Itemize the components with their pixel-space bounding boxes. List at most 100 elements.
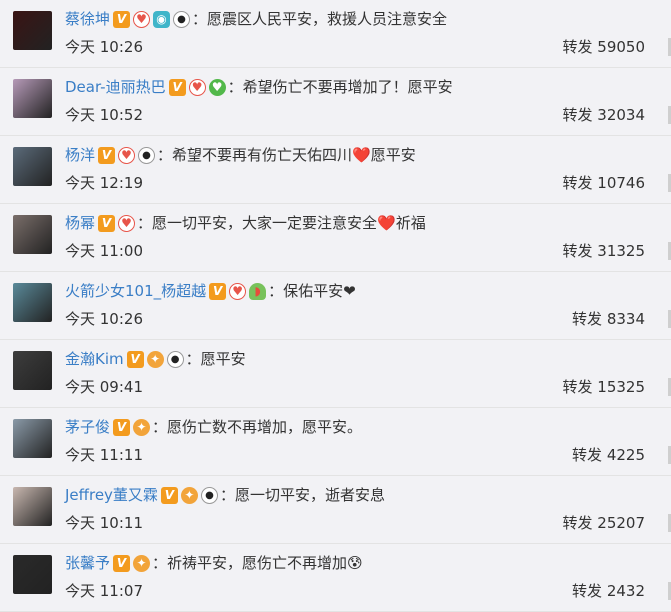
comment-row: 张馨予 V ✦ ：祈祷平安，愿伤亡不再增加😰 今天 11:07 转发 2432 <box>0 544 671 612</box>
panda-icon: ● <box>166 350 184 368</box>
avatar[interactable] <box>13 11 52 50</box>
avatar[interactable] <box>13 147 52 186</box>
comment-text: ：愿一切平安，大家一定要注意安全❤️祈福 <box>137 214 426 232</box>
verified-icon: V <box>98 214 116 232</box>
user-name-link[interactable]: 张馨予 <box>65 552 110 574</box>
share-label: 转发 <box>572 446 603 464</box>
share-number: 32034 <box>597 106 645 124</box>
share-label: 转发 <box>562 378 593 396</box>
share-label: 转发 <box>562 514 593 532</box>
comment-text: ：希望伤亡不要再增加了！愿平安 <box>227 78 453 96</box>
panda-icon: ● <box>173 10 191 28</box>
user-name-link[interactable]: Jeffrey董又霖 <box>65 484 158 506</box>
club-icon: ♥ <box>188 78 206 96</box>
comment-line: 金瀚Kim V ✦ ● ：愿平安 <box>65 348 246 370</box>
verified-icon: V <box>126 350 144 368</box>
verified-icon: V <box>209 282 227 300</box>
comment-line: Jeffrey董又霖 V ✦ ● ：愿一切平安，逝者安息 <box>65 484 385 506</box>
comment-line: 蔡徐坤 V ♥ ◉ ● ：愿震区人民平安，救援人员注意安全 <box>65 8 447 30</box>
avatar[interactable] <box>13 555 52 594</box>
avatar[interactable] <box>13 419 52 458</box>
club-icon: ♥ <box>229 282 247 300</box>
timestamp: 今天 11:11 <box>65 446 143 464</box>
comment-text: ：愿震区人民平安，救援人员注意安全 <box>192 10 448 28</box>
verified-icon: V <box>160 486 178 504</box>
gift-icon: ✦ <box>133 554 151 572</box>
verified-icon: V <box>168 78 186 96</box>
comment-row: 火箭少女101_杨超越 V ♥ ◗ ：保佑平安❤ 今天 10:26 转发 8334 <box>0 272 671 340</box>
share-number: 10746 <box>597 174 645 192</box>
comment-text: ：愿一切平安，逝者安息 <box>219 486 385 504</box>
user-name-link[interactable]: Dear-迪丽热巴 <box>65 76 166 98</box>
share-number: 2432 <box>606 582 645 600</box>
timestamp: 今天 10:26 <box>65 38 143 56</box>
heart-icon: ♥ <box>208 78 226 96</box>
gift-icon: ✦ <box>180 486 198 504</box>
timestamp: 今天 11:00 <box>65 242 143 260</box>
avatar[interactable] <box>13 215 52 254</box>
comment-text: ：祈祷平安，愿伤亡不再增加😰 <box>152 554 363 572</box>
comment-row: Jeffrey董又霖 V ✦ ● ：愿一切平安，逝者安息今天 10:11 转发 25207 <box>0 476 671 544</box>
share-label: 转发 <box>562 174 593 192</box>
comment-line: 火箭少女101_杨超越 V ♥ ◗ ：保佑平安❤ <box>65 280 356 302</box>
avatar[interactable] <box>13 79 52 118</box>
club-icon: ♥ <box>133 10 151 28</box>
comment-line: 茅子俊 V ✦ ：愿伤亡数不再增加，愿平安。 <box>65 416 362 438</box>
comment-row: 杨洋 V ♥ ● ：希望不要再有伤亡天佑四川❤️愿平安今天 12:19 转发 10746 <box>0 136 671 204</box>
panda-icon: ● <box>138 146 156 164</box>
comment-row: 杨幂 V ♥ ：愿一切平安，大家一定要注意安全❤️祈福今天 11:00 转发 31325 <box>0 204 671 272</box>
comment-line: 杨幂 V ♥ ：愿一切平安，大家一定要注意安全❤️祈福 <box>65 212 426 234</box>
share-number: 4225 <box>606 446 645 464</box>
timestamp: 今天 12:19 <box>65 174 143 192</box>
club-icon: ♥ <box>118 214 136 232</box>
comment-text: ：愿伤亡数不再增加，愿平安。 <box>152 418 363 436</box>
share-number: 25207 <box>597 514 645 532</box>
verified-icon: V <box>113 418 131 436</box>
panda-icon: ● <box>200 486 218 504</box>
verified-icon: V <box>113 554 131 572</box>
timestamp: 今天 10:11 <box>65 514 143 532</box>
comment-row: Dear-迪丽热巴 V ♥ ♥ ：希望伤亡不要再增加了！愿平安 今天 10:52 转发 32… <box>0 68 671 136</box>
avatar[interactable] <box>13 283 52 322</box>
comment-row: 金瀚Kim V ✦ ● ：愿平安今天 09:41 转发 15325 <box>0 340 671 408</box>
timestamp: 今天 11:07 <box>65 582 143 600</box>
share-number: 15325 <box>597 378 645 396</box>
user-name-link[interactable]: 杨洋 <box>65 144 95 166</box>
share-count[interactable]: 转发 8334 <box>572 308 645 330</box>
share-count[interactable]: 转发 15325 <box>562 376 645 398</box>
share-count[interactable]: 转发 59050 <box>562 36 645 58</box>
user-name-link[interactable]: 金瀚Kim <box>65 348 124 370</box>
user-name-link[interactable]: 蔡徐坤 <box>65 8 110 30</box>
comment-text: ：保佑平安❤ <box>268 282 356 300</box>
comment-line: 杨洋 V ♥ ● ：希望不要再有伤亡天佑四川❤️愿平安 <box>65 144 416 166</box>
timestamp: 今天 10:26 <box>65 310 143 328</box>
comment-text: ：希望不要再有伤亡天佑四川❤️愿平安 <box>157 146 416 164</box>
share-count[interactable]: 转发 10746 <box>562 172 645 194</box>
gift-icon: ✦ <box>133 418 151 436</box>
comment-row: 蔡徐坤 V ♥ ◉ ● ：愿震区人民平安，救援人员注意安全今天 10:26 转发 59050 <box>0 0 671 68</box>
timestamp: 今天 09:41 <box>65 378 143 396</box>
share-number: 31325 <box>597 242 645 260</box>
share-count[interactable]: 转发 25207 <box>562 512 645 534</box>
user-name-link[interactable]: 茅子俊 <box>65 416 110 438</box>
share-count[interactable]: 转发 31325 <box>562 240 645 262</box>
comment-text: ：愿平安 <box>185 350 246 368</box>
verified-icon: V <box>98 146 116 164</box>
timestamp: 今天 10:52 <box>65 106 143 124</box>
share-count[interactable]: 转发 4225 <box>572 444 645 466</box>
share-count[interactable]: 转发 32034 <box>562 104 645 126</box>
verified-icon: V <box>113 10 131 28</box>
comment-line: 张馨予 V ✦ ：祈祷平安，愿伤亡不再增加😰 <box>65 552 363 574</box>
user-name-link[interactable]: 火箭少女101_杨超越 <box>65 280 206 302</box>
avatar[interactable] <box>13 351 52 390</box>
comment-line: Dear-迪丽热巴 V ♥ ♥ ：希望伤亡不要再增加了！愿平安 <box>65 76 453 98</box>
avatar[interactable] <box>13 487 52 526</box>
share-label: 转发 <box>562 106 593 124</box>
watermelon-icon: ◗ <box>249 282 267 300</box>
share-number: 8334 <box>606 310 645 328</box>
comment-row: 茅子俊 V ✦ ：愿伤亡数不再增加，愿平安。 今天 11:11 转发 4225 <box>0 408 671 476</box>
share-count[interactable]: 转发 2432 <box>572 580 645 602</box>
share-label: 转发 <box>572 310 603 328</box>
user-name-link[interactable]: 杨幂 <box>65 212 95 234</box>
share-label: 转发 <box>572 582 603 600</box>
